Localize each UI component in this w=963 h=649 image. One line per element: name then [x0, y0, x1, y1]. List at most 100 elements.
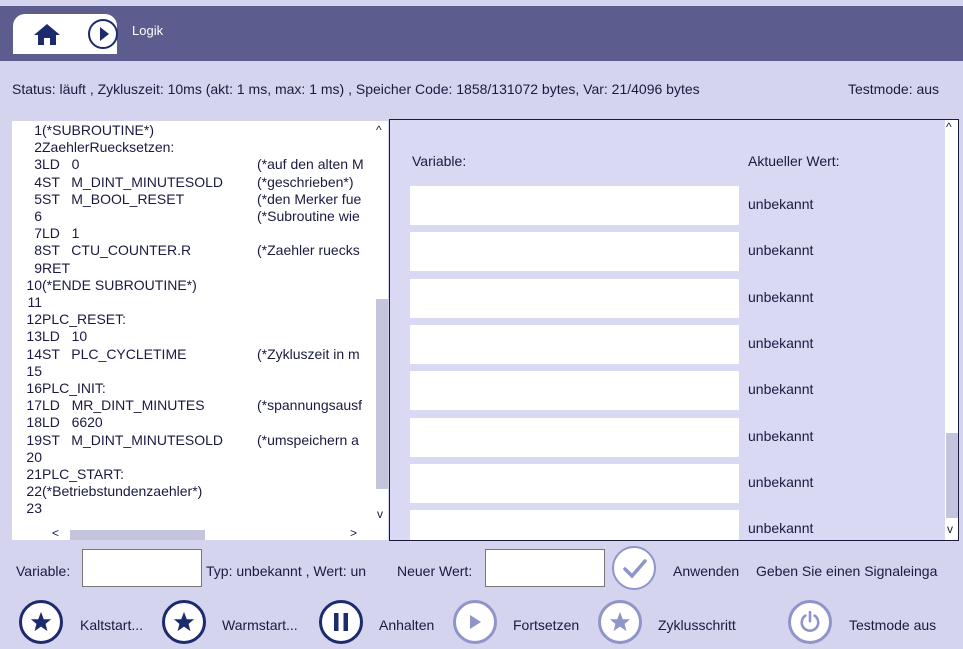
- code-line[interactable]: 20: [12, 449, 377, 465]
- power-icon[interactable]: [788, 600, 832, 644]
- code-line[interactable]: 7 LD 1: [12, 226, 377, 241]
- code-line[interactable]: 23: [12, 501, 377, 516]
- watch-current-value: unbekannt: [748, 381, 814, 398]
- warmstart-star-icon[interactable]: [162, 600, 206, 644]
- code-line[interactable]: 13 LD 10: [12, 329, 377, 344]
- code-line[interactable]: 3 LD 0 (*auf den alten M: [12, 157, 377, 172]
- code-line[interactable]: 6 (*Subroutine wie: [12, 209, 377, 224]
- code-comment: (*Subroutine wie: [257, 208, 360, 224]
- line-number: 15: [26, 362, 42, 379]
- watch-variable-field[interactable]: [410, 463, 739, 503]
- zyklusschritt-star-icon[interactable]: [598, 600, 642, 644]
- new-value-input[interactable]: [485, 549, 605, 587]
- watch-panel: Variable: Aktueller Wert: ^ v unbekannt u…: [389, 119, 959, 541]
- apply-check-icon[interactable]: [612, 546, 656, 590]
- code-instruction: ST PLC_CYCLETIME: [42, 345, 187, 362]
- code-instruction: ST CTU_COUNTER.R: [42, 242, 192, 259]
- zyklusschritt-button[interactable]: Zyklusschritt: [658, 617, 736, 633]
- scroll-left-icon[interactable]: <: [52, 526, 59, 540]
- code-line[interactable]: 14 ST PLC_CYCLETIME (*Zykluszeit in m: [12, 345, 377, 362]
- code-line[interactable]: 11: [12, 295, 377, 310]
- code-line[interactable]: 15: [12, 362, 377, 379]
- code-instruction: LD 10: [42, 328, 88, 345]
- line-number: 10: [26, 276, 42, 293]
- code-line[interactable]: 4 ST M_DINT_MINUTESOLD (*geschrieben*): [12, 174, 377, 190]
- code-instruction: LD 1: [42, 225, 80, 242]
- code-editor[interactable]: 1 (*SUBROUTINE*) 2 ZaehlerRuecksetzen: 3 LD 0…: [12, 121, 388, 540]
- line-number: 6: [34, 208, 42, 224]
- code-line[interactable]: 22 (*Betriebstundenzaehler*): [12, 484, 377, 499]
- apply-button[interactable]: Anwenden: [673, 563, 739, 579]
- code-instruction: PLC_INIT:: [42, 380, 106, 396]
- code-line[interactable]: 5 ST M_BOOL_RESET (*den Merker fue: [12, 190, 377, 207]
- code-line[interactable]: 16 PLC_INIT:: [12, 381, 377, 396]
- scroll-up-icon[interactable]: ^: [376, 123, 382, 137]
- code-line[interactable]: 10 (*ENDE SUBROUTINE*): [12, 276, 377, 293]
- code-line[interactable]: 9 RET: [12, 259, 377, 276]
- watch-variable-field[interactable]: [410, 417, 739, 457]
- code-line[interactable]: 12 PLC_RESET:: [12, 312, 377, 327]
- code-comment: (*auf den alten M: [257, 156, 364, 173]
- forward-icon[interactable]: [88, 19, 118, 49]
- watch-row: unbekannt: [390, 232, 950, 272]
- code-line[interactable]: 2 ZaehlerRuecksetzen:: [12, 140, 377, 155]
- code-horizontal-scrollbar[interactable]: < >: [52, 526, 375, 540]
- code-instruction: LD 0: [42, 156, 80, 173]
- code-instruction: RET: [42, 259, 70, 276]
- anhalten-button[interactable]: Anhalten: [379, 617, 434, 633]
- line-number: 9: [34, 259, 42, 276]
- code-line[interactable]: 17 LD MR_DINT_MINUTES (*spannungsausf: [12, 398, 377, 413]
- code-line[interactable]: 8 ST CTU_COUNTER.R (*Zaehler ruecks: [12, 243, 377, 258]
- watch-variable-field[interactable]: [410, 510, 739, 540]
- scroll-down-icon[interactable]: v: [377, 507, 383, 521]
- kaltstart-star-icon[interactable]: [19, 600, 63, 644]
- line-number: 8: [34, 242, 42, 259]
- watch-row: unbekannt: [390, 510, 950, 540]
- tab-logik[interactable]: Logik: [132, 23, 163, 38]
- pause-icon[interactable]: [319, 600, 363, 644]
- watch-variable-field[interactable]: [410, 278, 739, 318]
- line-number: 22: [26, 483, 42, 500]
- code-instruction: ST M_BOOL_RESET: [42, 190, 185, 207]
- line-number: 14: [26, 345, 42, 362]
- variable-edit-row: Variable: Typ: unbekannt , Wert: un Neue…: [0, 546, 963, 592]
- code-line[interactable]: 19 ST M_DINT_MINUTESOLD (*umspeichern a: [12, 431, 377, 448]
- line-number: 21: [26, 466, 42, 482]
- code-instruction: PLC_START:: [42, 466, 124, 482]
- kaltstart-button[interactable]: Kaltstart...: [80, 617, 143, 633]
- line-number: 18: [26, 414, 42, 431]
- scrollbar-thumb[interactable]: [70, 530, 205, 540]
- code-vertical-scrollbar[interactable]: ^ v: [375, 121, 388, 526]
- code-line[interactable]: 1 (*SUBROUTINE*): [12, 123, 377, 138]
- code-comment: (*umspeichern a: [257, 431, 359, 448]
- scroll-right-icon[interactable]: >: [350, 526, 357, 540]
- testmode-status: Testmode: aus: [848, 81, 940, 97]
- scroll-up-icon[interactable]: ^: [946, 120, 952, 134]
- watch-row: unbekannt: [390, 417, 950, 458]
- line-number: 7: [34, 225, 42, 242]
- code-instruction: (*Betriebstundenzaehler*): [42, 483, 203, 500]
- home-icon[interactable]: [33, 23, 61, 48]
- watch-variable-field[interactable]: [410, 186, 739, 225]
- watch-variable-field[interactable]: [410, 324, 739, 364]
- warmstart-button[interactable]: Warmstart...: [222, 617, 298, 633]
- code-line[interactable]: 18 LD 6620: [12, 415, 377, 430]
- line-number: 19: [26, 431, 42, 448]
- watch-variable-field[interactable]: [410, 232, 739, 272]
- variable-input[interactable]: [82, 549, 202, 587]
- line-number: 13: [26, 328, 42, 345]
- code-instruction: ST M_DINT_MINUTESOLD: [42, 431, 223, 448]
- watch-row: unbekannt: [390, 186, 950, 226]
- scrollbar-thumb[interactable]: [376, 299, 388, 489]
- code-instruction: LD MR_DINT_MINUTES: [42, 397, 205, 414]
- code-instruction: PLC_RESET:: [42, 311, 127, 328]
- variable-label: Variable:: [16, 563, 71, 579]
- play-icon[interactable]: [453, 600, 497, 644]
- watch-variable-field[interactable]: [410, 371, 739, 411]
- line-number: 3: [34, 156, 42, 173]
- testmode-button[interactable]: Testmode aus: [849, 617, 936, 633]
- fortsetzen-button[interactable]: Fortsetzen: [513, 617, 579, 633]
- code-instruction: ZaehlerRuecksetzen:: [42, 139, 175, 156]
- code-line[interactable]: 21 PLC_START:: [12, 467, 377, 482]
- watch-header-value: Aktueller Wert:: [748, 153, 840, 169]
